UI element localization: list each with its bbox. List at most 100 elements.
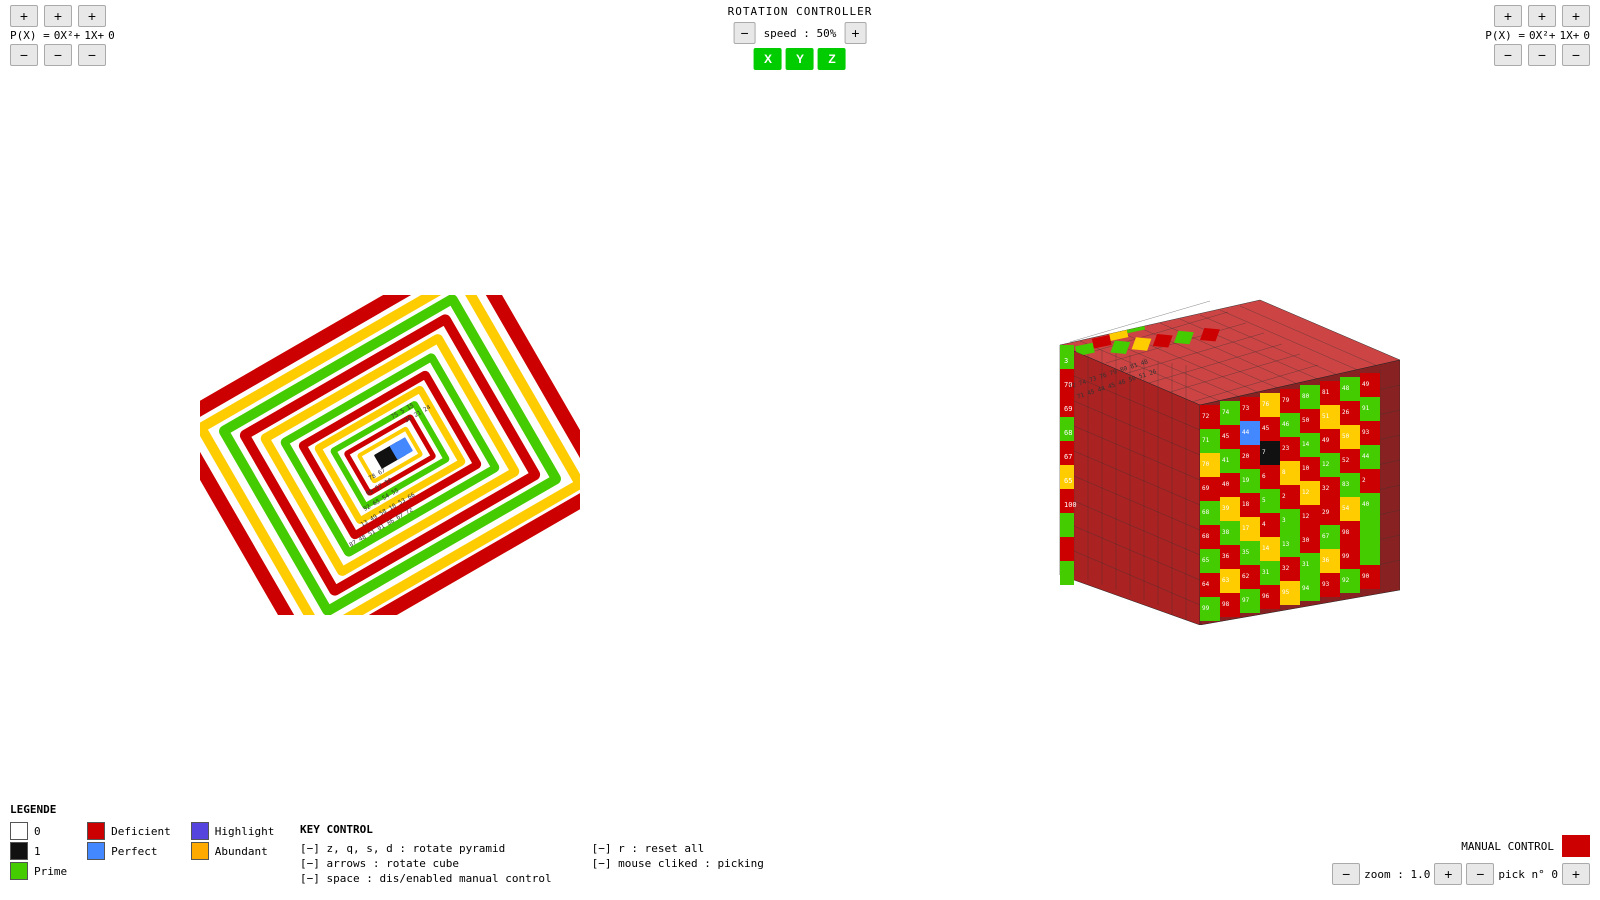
svg-text:70: 70 (1202, 461, 1210, 468)
svg-text:3: 3 (1064, 357, 1068, 365)
svg-text:19: 19 (1242, 477, 1250, 484)
svg-text:14: 14 (1262, 545, 1270, 552)
cube-container[interactable]: 3 70 69 68 67 65 100 (980, 285, 1400, 625)
rotation-title: ROTATION CONTROLLER (728, 5, 873, 18)
manual-buttons-row: − zoom : 1.0 + − pick n° 0 + (1332, 863, 1590, 885)
legend-item-1: 1 (10, 842, 67, 860)
svg-text:2: 2 (1362, 477, 1366, 484)
pyramid-container[interactable]: 87 48 51 01 86 67 72 13 49 58 10 53 66 9… (200, 295, 580, 615)
manual-control: MANUAL CONTROL − zoom : 1.0 + − pick n° … (1332, 835, 1590, 885)
legend-box-1 (10, 842, 28, 860)
x-axis-button[interactable]: X (754, 48, 782, 70)
right-plus-row: + + + (1485, 5, 1590, 27)
svg-text:50: 50 (1342, 433, 1350, 440)
svg-text:81: 81 (1322, 389, 1330, 396)
legend-item-perfect: Perfect (87, 842, 171, 860)
svg-text:68: 68 (1064, 429, 1072, 437)
right-poly-control: + + + P(X) = 0X²+ 1X+ 0 − − − (1485, 5, 1590, 66)
legend-box-highlight (191, 822, 209, 840)
y-axis-button[interactable]: Y (786, 48, 814, 70)
speed-plus-button[interactable]: + (844, 22, 866, 44)
svg-text:63: 63 (1222, 577, 1230, 584)
pick-minus-button[interactable]: − (1466, 863, 1494, 885)
svg-text:36: 36 (1322, 557, 1330, 564)
legend-title: LEGENDE (10, 803, 274, 816)
svg-text:90: 90 (1362, 573, 1370, 580)
right-plus-x2-button[interactable]: + (1494, 5, 1522, 27)
svg-text:93: 93 (1362, 429, 1370, 436)
svg-text:99: 99 (1202, 605, 1210, 612)
manual-title: MANUAL CONTROL (1461, 840, 1554, 853)
svg-text:100: 100 (1064, 501, 1077, 509)
cube-svg: 3 70 69 68 67 65 100 (980, 285, 1400, 625)
svg-text:49: 49 (1362, 381, 1370, 388)
legend-item-highlight: Highlight (191, 822, 275, 840)
left-poly-label: P(X) = (10, 29, 50, 42)
left-minus-x-button[interactable]: − (44, 44, 72, 66)
svg-text:45: 45 (1222, 433, 1230, 440)
svg-text:45: 45 (1262, 425, 1270, 432)
svg-text:3: 3 (1282, 517, 1286, 524)
zoom-minus-button[interactable]: − (1332, 863, 1360, 885)
svg-text:44: 44 (1242, 429, 1250, 436)
svg-text:96: 96 (1262, 593, 1270, 600)
svg-text:95: 95 (1282, 589, 1290, 596)
left-poly-control: + + + P(X) = 0X²+ 1X+ 0 − − − (10, 5, 115, 66)
svg-text:13: 13 (1282, 541, 1290, 548)
right-plus-x-button[interactable]: + (1528, 5, 1556, 27)
right-minus-c-button[interactable]: − (1562, 44, 1590, 66)
svg-text:94: 94 (1302, 585, 1310, 592)
svg-text:2: 2 (1282, 493, 1286, 500)
legend-label-prime: Prime (34, 865, 67, 878)
svg-text:38: 38 (1222, 529, 1230, 536)
legend-box-abundant (191, 842, 209, 860)
svg-text:98: 98 (1222, 601, 1230, 608)
svg-text:12: 12 (1302, 513, 1310, 520)
axis-row: X Y Z (754, 48, 846, 70)
legend-label-deficient: Deficient (111, 825, 171, 838)
svg-text:50: 50 (1302, 417, 1310, 424)
zoom-label: zoom : 1.0 (1364, 868, 1430, 881)
speed-minus-button[interactable]: − (734, 22, 756, 44)
key-item-0-key: [−] z, q, s, d : rotate pyramid (300, 842, 552, 855)
zoom-plus-button[interactable]: + (1434, 863, 1462, 885)
legend-label-highlight: Highlight (215, 825, 275, 838)
z-axis-button[interactable]: Z (818, 48, 846, 70)
svg-text:17: 17 (1242, 525, 1250, 532)
right-poly-term0: 0X²+ (1529, 29, 1556, 42)
left-poly-term0: 0X²+ (54, 29, 81, 42)
svg-text:97: 97 (1242, 597, 1250, 604)
legend-box-prime (10, 862, 28, 880)
legend-item-0: 0 (10, 822, 67, 840)
svg-text:65: 65 (1064, 477, 1072, 485)
left-minus-x2-button[interactable]: − (10, 44, 38, 66)
right-minus-x2-button[interactable]: − (1494, 44, 1522, 66)
legend: LEGENDE 0 Deficient Highlight 1 Perfect … (10, 803, 274, 880)
right-minus-x-button[interactable]: − (1528, 44, 1556, 66)
svg-text:93: 93 (1322, 581, 1330, 588)
key-control: KEY CONTROL [−] z, q, s, d : rotate pyra… (300, 823, 764, 885)
key-item-2-key: [−] space : dis/enabled manual control (300, 872, 552, 885)
right-poly-label-row: P(X) = 0X²+ 1X+ 0 (1485, 29, 1590, 42)
left-plus-row: + + + (10, 5, 115, 27)
svg-text:8: 8 (1282, 469, 1286, 476)
svg-text:10: 10 (1302, 465, 1310, 472)
svg-text:65: 65 (1202, 557, 1210, 564)
svg-text:69: 69 (1202, 485, 1210, 492)
svg-text:5: 5 (1262, 497, 1266, 504)
left-minus-c-button[interactable]: − (78, 44, 106, 66)
canvas-area: 87 48 51 01 86 67 72 13 49 58 10 53 66 9… (0, 110, 1600, 800)
svg-text:92: 92 (1342, 577, 1350, 584)
svg-text:12: 12 (1322, 461, 1330, 468)
svg-text:74: 74 (1222, 409, 1230, 416)
key-item-0-desc: [−] r : reset all (592, 842, 764, 855)
svg-text:46: 46 (1282, 421, 1290, 428)
left-plus-x2-button[interactable]: + (10, 5, 38, 27)
svg-text:79: 79 (1282, 397, 1290, 404)
pick-plus-button[interactable]: + (1562, 863, 1590, 885)
key-grid: [−] z, q, s, d : rotate pyramid [−] r : … (300, 842, 764, 885)
left-plus-x-button[interactable]: + (44, 5, 72, 27)
left-plus-c-button[interactable]: + (78, 5, 106, 27)
svg-text:6: 6 (1262, 473, 1266, 480)
right-plus-c-button[interactable]: + (1562, 5, 1590, 27)
